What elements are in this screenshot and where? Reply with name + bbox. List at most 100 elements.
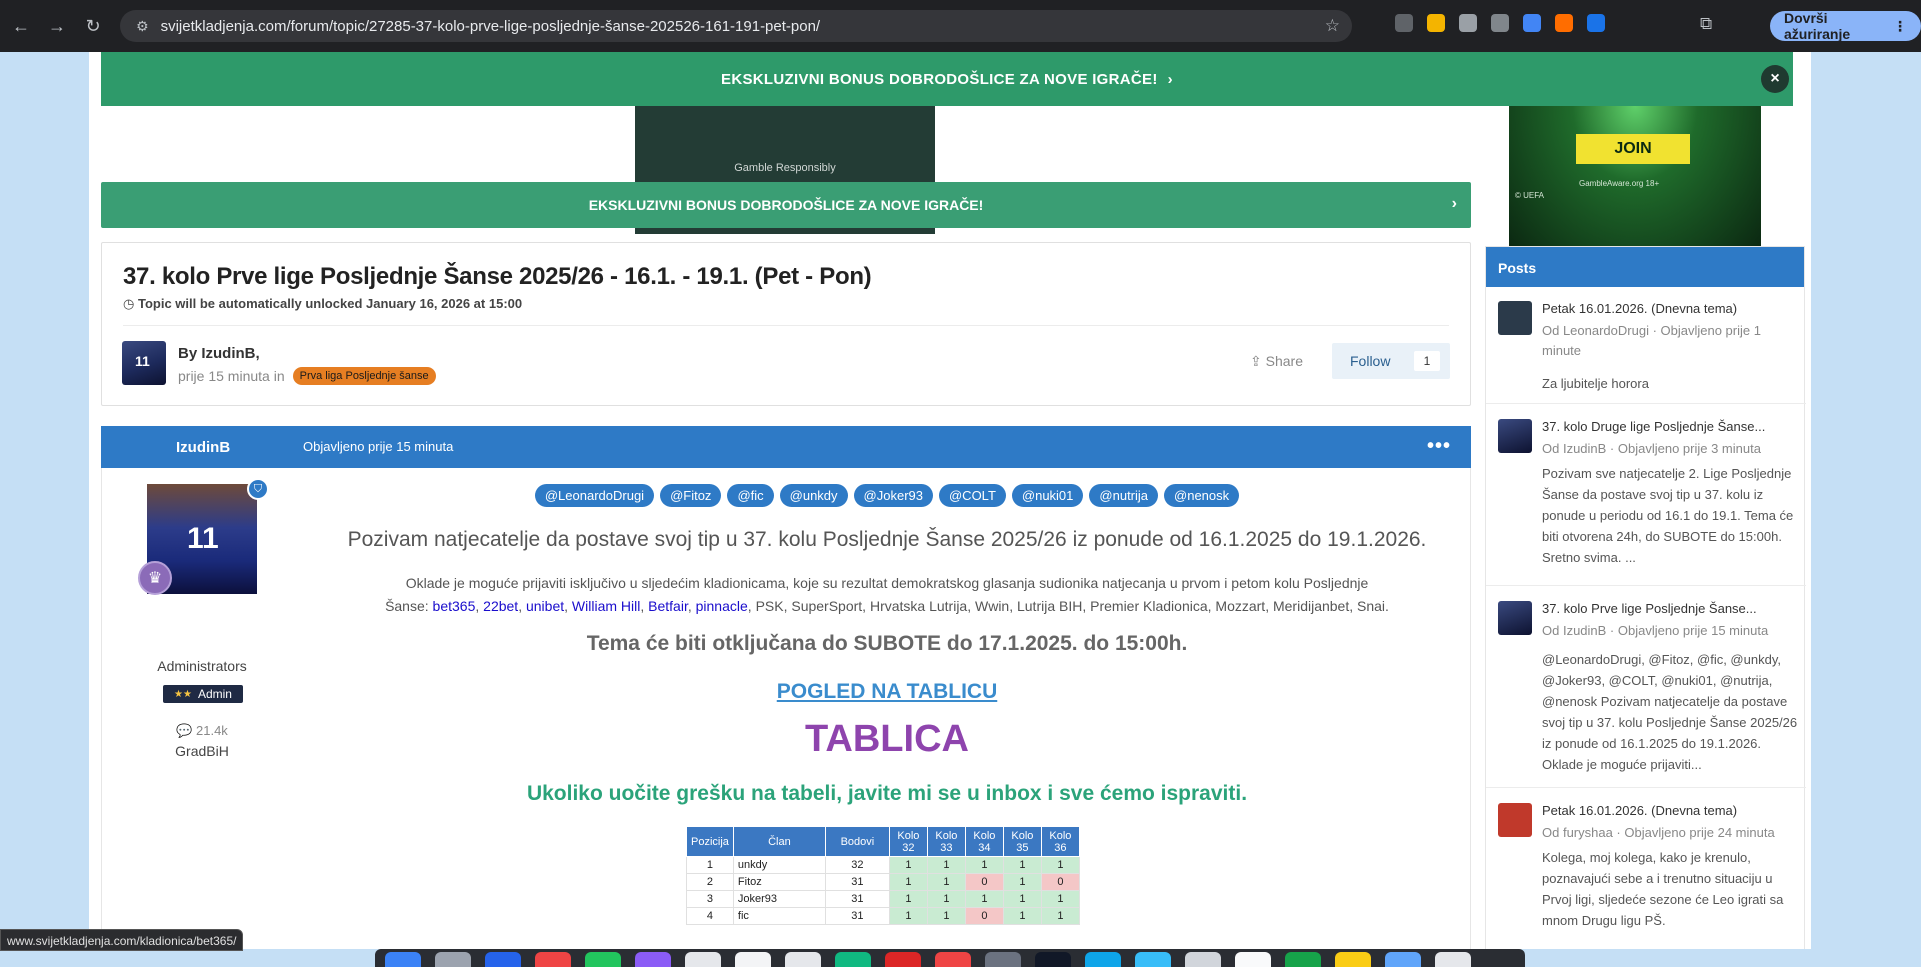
post-snippet: Kolega, moj kolega, kako je krenulo, poz… — [1542, 850, 1784, 928]
more-options-icon[interactable]: ••• — [1427, 435, 1451, 458]
mention-link[interactable]: @Joker93 — [853, 484, 933, 507]
app-icon[interactable] — [1335, 952, 1371, 967]
author-line[interactable]: By IzudinB, — [178, 345, 260, 362]
comment-icon: 💬 — [176, 723, 196, 738]
app-icon[interactable] — [635, 952, 671, 967]
os-dock — [375, 949, 1525, 967]
mention-link[interactable]: @nutrija — [1089, 484, 1159, 507]
app-icon[interactable] — [585, 952, 621, 967]
table-header: Kolo 35 — [1002, 826, 1042, 857]
download-extension-icon[interactable] — [1587, 14, 1605, 32]
extension-icon[interactable] — [1427, 14, 1445, 32]
bookmaker-link[interactable]: unibet — [526, 598, 564, 614]
mention-link[interactable]: @nuki01 — [1011, 484, 1084, 507]
post-meta: Od IzudinB · Objavljeno prije 3 minuta — [1542, 441, 1761, 456]
bonus-banner[interactable]: EKSKLUZIVNI BONUS DOBRODOŠLICE ZA NOVE I… — [101, 52, 1793, 106]
back-icon[interactable]: ← — [6, 11, 36, 41]
table-link[interactable]: POGLED NA TABLICU — [302, 680, 1472, 704]
app-icon[interactable] — [385, 952, 421, 967]
bookmaker-link[interactable]: bet365 — [433, 598, 476, 614]
post-title-link[interactable]: Petak 16.01.2026. (Dnevna tema) — [1542, 803, 1796, 818]
puzzle-icon[interactable]: ⧉ — [1700, 14, 1712, 34]
table-row: 1 unkdy 32 11111 — [686, 856, 1080, 874]
post-title-link[interactable]: 37. kolo Prve lige Posljednje Šanse... — [1542, 601, 1796, 616]
app-icon[interactable] — [1435, 952, 1471, 967]
app-icon[interactable] — [1185, 952, 1221, 967]
avatar[interactable] — [1498, 419, 1532, 453]
avatar[interactable] — [1498, 601, 1532, 635]
app-icon[interactable] — [735, 952, 771, 967]
divider — [1486, 403, 1806, 404]
post-snippet: Za ljubitelje horora — [1542, 376, 1649, 391]
mention-link[interactable]: @COLT — [938, 484, 1006, 507]
post-meta: Od IzudinB · Objavljeno prije 15 minuta — [1542, 623, 1769, 638]
shield-icon: ⛉ — [247, 478, 269, 500]
uefa-text: © UEFA — [1515, 191, 1545, 200]
app-icon[interactable] — [1385, 952, 1421, 967]
location: GradBiH — [175, 743, 229, 759]
docs-extension-icon[interactable] — [1523, 14, 1541, 32]
app-icon[interactable] — [785, 952, 821, 967]
close-banner-button[interactable]: × — [1761, 65, 1789, 93]
table-header: Član — [732, 826, 826, 857]
share-button[interactable]: ⇪ Share — [1250, 353, 1303, 370]
post-meta: Od furyshaa · Objavljeno prije 24 minuta — [1542, 825, 1775, 840]
avatar[interactable] — [1498, 803, 1532, 837]
mention-link[interactable]: @fic — [727, 484, 774, 507]
app-icon[interactable] — [1235, 952, 1271, 967]
app-icon[interactable] — [885, 952, 921, 967]
mention-link[interactable]: @Fitoz — [660, 484, 722, 507]
update-button[interactable]: Dovrši ažuriranje ⋮ — [1770, 10, 1921, 42]
post-title-link[interactable]: 37. kolo Druge lige Posljednje Šanse... — [1542, 419, 1796, 434]
post-author-link[interactable]: IzudinB — [176, 439, 230, 456]
camera-extension-icon[interactable] — [1395, 14, 1413, 32]
app-icon[interactable] — [535, 952, 571, 967]
address-bar[interactable]: ⚙ svijetkladjenja.com/forum/topic/27285-… — [120, 10, 1352, 42]
app-icon[interactable] — [935, 952, 971, 967]
forward-icon[interactable]: → — [42, 11, 72, 41]
oklade-text: Oklade je moguće prijaviti isključivo u … — [385, 575, 1389, 614]
sidebar-posts: Posts Petak 16.01.2026. (Dnevna tema) Od… — [1485, 246, 1806, 949]
app-icon[interactable] — [1135, 952, 1171, 967]
mention-link[interactable]: @LeonardoDrugi — [534, 484, 655, 507]
reload-icon[interactable]: ↻ — [78, 11, 108, 41]
bookmaker-link[interactable]: 22bet — [483, 598, 518, 614]
status-bar-url: www.svijetkladjenja.com/kladionica/bet36… — [0, 929, 244, 951]
follow-button[interactable]: Follow 1 — [1332, 343, 1450, 379]
mention-link[interactable]: @nenosk — [1164, 484, 1240, 507]
category-badge[interactable]: Prva liga Posljednje šanse — [292, 367, 436, 385]
url-text: svijetkladjenja.com/forum/topic/27285-37… — [160, 17, 821, 35]
avatar[interactable]: 11 — [122, 341, 166, 385]
app-icon[interactable] — [485, 952, 521, 967]
app-icon[interactable] — [435, 952, 471, 967]
rss-extension-icon[interactable] — [1555, 14, 1573, 32]
menu-icon[interactable]: ⋮ — [1893, 18, 1907, 35]
app-icon[interactable] — [1035, 952, 1071, 967]
bookmaker-link[interactable]: pinnacle — [696, 598, 748, 614]
app-icon[interactable] — [985, 952, 1021, 967]
mention-link[interactable]: @unkdy — [779, 484, 848, 507]
topic-time: prije 15 minuta in Prva liga Posljednje … — [178, 367, 436, 385]
shield-extension-icon[interactable] — [1459, 14, 1477, 32]
app-icon[interactable] — [1285, 952, 1321, 967]
app-icon[interactable] — [1085, 952, 1121, 967]
chevron-right-icon: › — [1167, 70, 1173, 88]
app-icon[interactable] — [835, 952, 871, 967]
table-row: 3 Joker93 31 11111 — [686, 890, 1080, 908]
avatar[interactable] — [1498, 301, 1532, 335]
crown-icon: ♛ — [138, 561, 172, 595]
join-button[interactable]: JOIN — [1576, 134, 1690, 164]
bookmark-star-icon[interactable]: ☆ — [1325, 16, 1340, 36]
table-header: Pozicija — [686, 826, 734, 857]
bookmaker-link[interactable]: Betfair — [648, 598, 688, 614]
invite-text: Pozivam natjecatelje da postave svoj tip… — [347, 528, 1427, 551]
star-icon: ★★ — [174, 688, 192, 700]
sidebar-title: Posts — [1486, 247, 1804, 287]
site-info-icon[interactable]: ⚙ — [136, 18, 149, 35]
bookmaker-link[interactable]: William Hill — [572, 598, 640, 614]
post-snippet: @LeonardoDrugi, @Fitoz, @fic, @unkdy, @J… — [1542, 652, 1798, 772]
post-title-link[interactable]: Petak 16.01.2026. (Dnevna tema) — [1542, 301, 1796, 316]
code-extension-icon[interactable] — [1491, 14, 1509, 32]
app-icon[interactable] — [685, 952, 721, 967]
bonus-bar[interactable]: EKSKLUZIVNI BONUS DOBRODOŠLICE ZA NOVE I… — [101, 182, 1471, 228]
